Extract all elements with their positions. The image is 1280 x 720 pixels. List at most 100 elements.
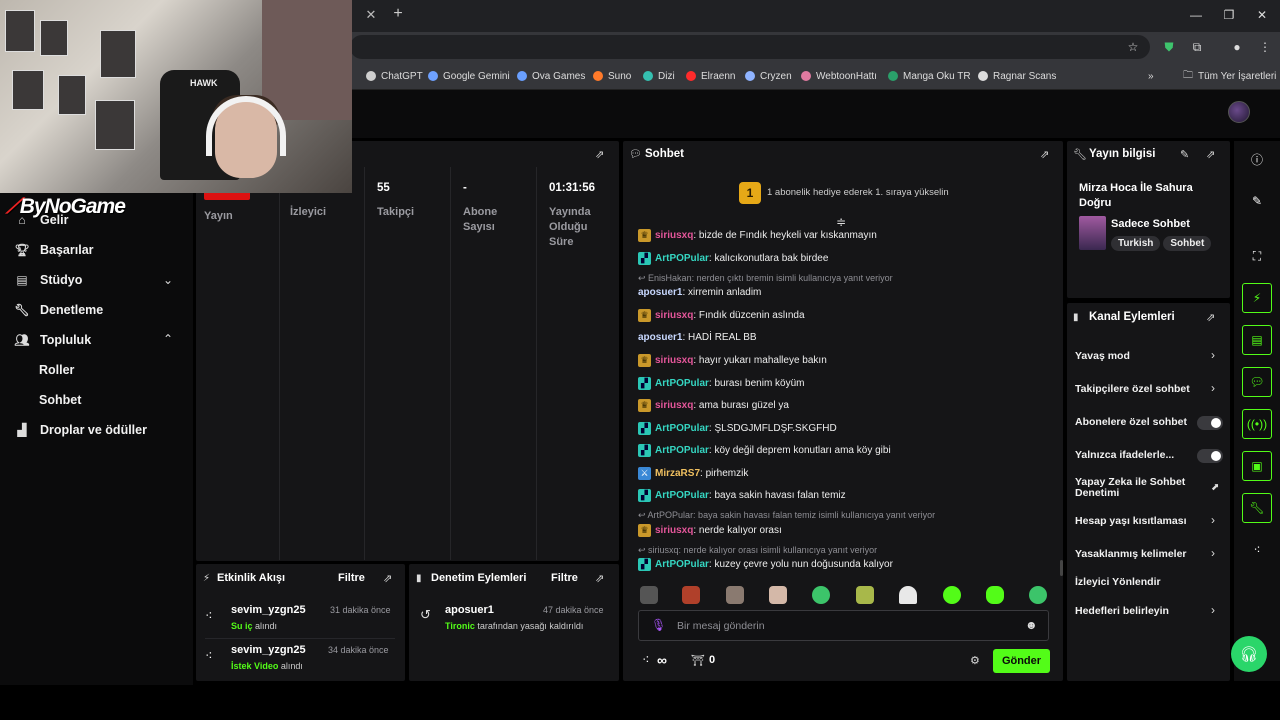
pencil-icon[interactable]: ✎ <box>1242 186 1272 216</box>
activity-filter-button[interactable]: Filtre <box>338 572 365 584</box>
sidebar-item-basarilar[interactable]: 🏆︎ Başarılar <box>14 239 93 261</box>
support-headset-icon[interactable]: 🎧︎ <box>1231 636 1267 672</box>
emote[interactable] <box>726 586 744 604</box>
emote[interactable] <box>640 586 658 604</box>
bookmark-item[interactable]: Google Gemini <box>428 68 510 84</box>
chat-username[interactable]: ArtPOPular <box>655 253 709 264</box>
chat-username[interactable]: aposuer1 <box>638 287 682 298</box>
external-link-icon[interactable]: ⬈ <box>1211 482 1219 493</box>
emote[interactable] <box>1029 586 1047 604</box>
all-bookmarks-folder[interactable]: 🗀 Tüm Yer İşaretleri <box>1183 68 1276 84</box>
bookmark-item[interactable]: ChatGPT <box>366 68 423 84</box>
emote[interactable] <box>856 586 874 604</box>
sword-badge-icon[interactable]: ⚔ <box>638 467 651 480</box>
subscriber-badge-icon[interactable]: ▞ <box>638 489 651 502</box>
popout-icon[interactable]: ⇗ <box>1206 148 1215 161</box>
chat-scrollbar[interactable] <box>1060 560 1063 576</box>
sidebar-item-studyo[interactable]: ▤ Stüdyo <box>14 269 82 291</box>
extensions-icon[interactable]: ⧉ <box>1188 38 1206 56</box>
info-icon[interactable]: ⓘ <box>1242 144 1272 174</box>
chat-username[interactable]: ArtPOPular <box>655 559 709 570</box>
document-icon[interactable]: ▤ <box>1242 325 1272 355</box>
sidebar-item-droplar[interactable]: ▟ Droplar ve ödüller <box>14 419 147 441</box>
address-bar[interactable] <box>350 35 1150 59</box>
lightning-icon[interactable]: ⚡︎ <box>1242 283 1272 313</box>
emote[interactable] <box>899 586 917 604</box>
chat-username[interactable]: siriusxq <box>655 355 693 366</box>
collapse-pinned-icon[interactable]: ≑ <box>836 215 846 229</box>
chevron-right-icon[interactable]: › <box>1211 381 1215 395</box>
crown-badge-icon[interactable]: ♛ <box>638 524 651 537</box>
category-thumbnail[interactable] <box>1079 216 1106 250</box>
bookmark-item[interactable]: Elraenn <box>686 68 735 84</box>
activity-user[interactable]: sevim_yzgn25 <box>231 604 306 616</box>
bookmark-item[interactable]: Cryzen <box>745 68 792 84</box>
bookmark-item[interactable]: Ova Games <box>517 68 585 84</box>
moderation-user[interactable]: aposuer1 <box>445 604 494 616</box>
chat-username[interactable]: siriusxq <box>655 310 693 321</box>
chat-username[interactable]: MirzaRS7 <box>655 468 700 479</box>
maximize-icon[interactable]: ❐ <box>1219 6 1239 24</box>
emote[interactable] <box>812 586 830 604</box>
sidebar-item-denetleme[interactable]: 🔧︎ Denetleme <box>14 299 103 321</box>
user-avatar[interactable] <box>1228 101 1250 123</box>
chevron-down-icon[interactable]: ⌄ <box>163 273 173 287</box>
tag[interactable]: Turkish <box>1111 236 1161 251</box>
browser-menu-icon[interactable]: ⋮ <box>1256 38 1274 56</box>
popout-icon[interactable]: ⇗ <box>595 572 604 585</box>
subscriber-badge-icon[interactable]: ▞ <box>638 252 651 265</box>
chevron-right-icon[interactable]: › <box>1211 546 1215 560</box>
sidebar-item-roller[interactable]: Roller <box>39 363 74 377</box>
activity-user[interactable]: sevim_yzgn25 <box>231 644 306 656</box>
popout-icon[interactable]: ⇗ <box>1040 148 1049 161</box>
viewer-redirect-action[interactable]: İzleyici Yönlendir <box>1075 576 1161 588</box>
crown-badge-icon[interactable]: ♛ <box>638 354 651 367</box>
profile-icon[interactable]: ● <box>1228 38 1246 56</box>
send-button[interactable]: Gönder <box>993 649 1050 673</box>
slow-mode-action[interactable]: Yavaş mod <box>1075 350 1130 362</box>
bookmark-item[interactable]: Dizi <box>643 68 675 84</box>
bookmark-item[interactable]: WebtoonHattı <box>801 68 877 84</box>
sidebar-item-sohbet[interactable]: Sohbet <box>39 393 81 407</box>
banned-words-action[interactable]: Yasaklanmış kelimeler <box>1075 548 1187 560</box>
broadcast-icon[interactable]: ((•)) <box>1242 409 1272 439</box>
kick-points-icon[interactable]: ⁖ <box>1242 535 1272 565</box>
bookmark-star-icon[interactable]: ☆ <box>1124 38 1142 56</box>
subscriber-badge-icon[interactable]: ▞ <box>638 377 651 390</box>
subscriber-badge-icon[interactable]: ▞ <box>638 422 651 435</box>
subscribers-only-toggle[interactable] <box>1197 416 1223 430</box>
bookmark-item[interactable]: Suno <box>593 68 631 84</box>
chat-settings-icon[interactable]: ⚙︎ <box>970 654 980 667</box>
chat-username[interactable]: aposuer1 <box>638 332 682 343</box>
minimize-icon[interactable]: — <box>1186 6 1206 24</box>
popout-icon[interactable]: ⇗ <box>595 148 604 161</box>
reply-context[interactable]: ↩ EnisHakan: nerden çıktı bremin isimli … <box>638 273 893 284</box>
chat-username[interactable]: siriusxq <box>655 400 693 411</box>
close-tab-icon[interactable]: ✕ <box>362 6 380 24</box>
tag[interactable]: Sohbet <box>1163 236 1212 251</box>
emote[interactable] <box>943 586 961 604</box>
layout-icon[interactable]: ▣ <box>1242 451 1272 481</box>
chevron-right-icon[interactable]: › <box>1211 513 1215 527</box>
chat-username[interactable]: siriusxq <box>655 230 693 241</box>
chevron-up-icon[interactable]: ⌃ <box>163 332 173 346</box>
wrench-icon[interactable]: 🔧︎ <box>1242 493 1272 523</box>
chat-input[interactable]: 🎙︎ Bir mesaj gönderin ☻ <box>638 610 1049 641</box>
category-name[interactable]: Sadece Sohbet <box>1111 218 1190 230</box>
chat-username[interactable]: siriusxq <box>655 525 693 536</box>
bookmark-item[interactable]: Ragnar Scans <box>978 68 1056 84</box>
edit-icon[interactable]: ✎ <box>1180 148 1189 161</box>
chat-username[interactable]: ArtPOPular <box>655 423 709 434</box>
emote[interactable] <box>986 586 1004 604</box>
microphone-icon[interactable]: 🎙︎ <box>651 618 666 632</box>
sidebar-item-topluluk[interactable]: 👥︎ Topluluk <box>14 329 91 351</box>
emote[interactable] <box>769 586 787 604</box>
emote[interactable] <box>682 586 700 604</box>
reply-context[interactable]: ↩ ArtPOPular: baya sakin havası falan te… <box>638 510 935 521</box>
bookmarks-more-icon[interactable]: » <box>1148 68 1154 84</box>
crown-badge-icon[interactable]: ♛ <box>638 229 651 242</box>
account-age-action[interactable]: Hesap yaşı kısıtlaması <box>1075 515 1187 527</box>
crown-badge-icon[interactable]: ♛ <box>638 309 651 322</box>
reply-context[interactable]: ↩ siriusxq: nerde kalıyor orası isimli k… <box>638 545 877 556</box>
moderation-filter-button[interactable]: Filtre <box>551 572 578 584</box>
